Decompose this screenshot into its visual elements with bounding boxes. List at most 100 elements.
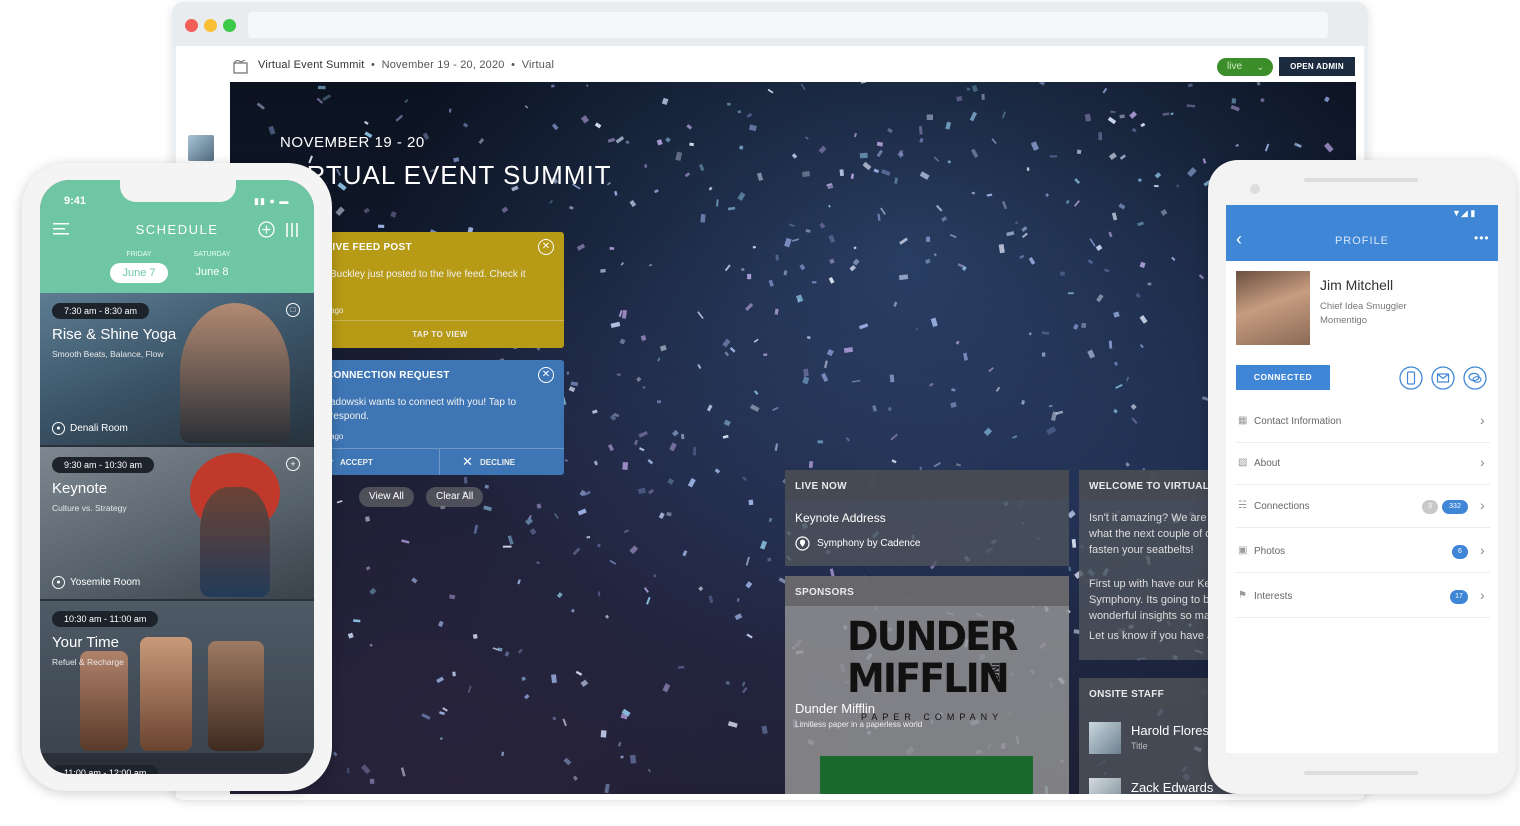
confetti-piece	[682, 550, 688, 557]
confetti-piece	[1012, 435, 1018, 439]
live-status-dropdown[interactable]: live ⌄	[1217, 58, 1273, 76]
add-icon[interactable]: +	[286, 457, 300, 471]
live-feed-notification[interactable]: LIVE FEED POST ✕ Buckley just posted to …	[316, 232, 564, 348]
event-hero: NOVEMBER 19 - 20 VIRTUAL EVENT SUMMIT LI…	[230, 82, 1356, 794]
notification-title: CONNECTION REQUEST	[326, 370, 450, 381]
interests-icon: ⚑	[1238, 590, 1247, 601]
tap-to-view-button[interactable]: TAP TO VIEW	[316, 320, 564, 348]
confetti-piece	[876, 149, 883, 158]
confetti-piece	[622, 461, 629, 470]
close-icon: ✕	[462, 454, 473, 469]
open-admin-button[interactable]: OPEN ADMIN	[1279, 57, 1355, 76]
accept-button[interactable]: ✓ ACCEPT	[316, 448, 440, 475]
confetti-piece	[550, 84, 555, 88]
session-photo	[180, 303, 290, 443]
sponsors-card[interactable]: SPONSORS DUNDER MIFFLIN INC PAPER COMPAN…	[785, 576, 1069, 794]
confetti-piece	[684, 172, 691, 178]
confetti-piece	[1074, 200, 1080, 207]
confetti-piece	[1030, 141, 1040, 151]
confetti-piece	[1118, 203, 1126, 210]
confetti-piece	[941, 216, 948, 222]
live-now-card[interactable]: LIVE NOW Keynote Address Symphony by Cad…	[785, 470, 1069, 566]
day-tab[interactable]: June 8	[182, 266, 242, 278]
maximize-window-dot[interactable]	[223, 19, 236, 32]
confetti-piece	[369, 643, 373, 647]
chat-icon[interactable]	[1463, 366, 1487, 390]
confetti-piece	[507, 535, 514, 545]
confetti-piece	[774, 308, 779, 315]
confetti-piece	[812, 281, 817, 284]
session-card[interactable]: 10:30 am - 11:00 am Your Time Refuel & R…	[40, 601, 314, 753]
confetti-piece	[607, 137, 616, 143]
confetti-piece	[580, 115, 590, 124]
connections-count-badge: 332	[1442, 500, 1468, 514]
session-room: Denali Room	[70, 423, 128, 434]
session-card[interactable]: 9:30 am - 10:30 am + Keynote Culture vs.…	[40, 447, 314, 599]
confetti-piece	[924, 258, 931, 264]
confetti-piece	[1119, 114, 1125, 119]
confetti-piece	[594, 122, 602, 129]
event-type: Virtual	[521, 59, 555, 71]
confetti-piece	[556, 592, 563, 599]
address-bar[interactable]	[248, 12, 1328, 38]
confetti-piece	[828, 234, 836, 244]
profile-row-contact[interactable]: ▦ Contact Information ›	[1236, 401, 1490, 443]
confetti-piece	[749, 404, 760, 412]
clear-all-button[interactable]: Clear All	[426, 487, 484, 507]
view-all-button[interactable]: View All	[359, 487, 414, 507]
confetti-piece	[1045, 192, 1050, 198]
session-subtitle: Smooth Beats, Balance, Flow	[52, 349, 164, 359]
filter-icon[interactable]	[284, 222, 300, 238]
confetti-piece	[722, 338, 731, 348]
phone-icon[interactable]	[1399, 366, 1423, 390]
decline-button[interactable]: ✕ DECLINE	[440, 448, 564, 475]
confetti-piece	[1050, 411, 1058, 422]
confetti-piece	[1041, 331, 1049, 335]
event-dates: November 19 - 20, 2020	[381, 59, 505, 71]
user-avatar[interactable]	[188, 135, 214, 161]
confetti-piece	[1108, 152, 1117, 161]
profile-row-about[interactable]: ▧ About ›	[1236, 443, 1490, 485]
confetti-piece	[1115, 384, 1123, 389]
confetti-piece	[521, 676, 526, 682]
confetti-piece	[605, 614, 610, 619]
connected-button[interactable]: CONNECTED	[1236, 365, 1330, 390]
sponsor-banner-image	[820, 756, 1033, 794]
confetti-piece	[596, 543, 601, 548]
confetti-piece	[918, 125, 923, 135]
close-window-dot[interactable]	[185, 19, 198, 32]
more-options-icon[interactable]: •••	[1474, 231, 1490, 245]
location-pin-icon	[795, 536, 810, 551]
add-icon[interactable]	[258, 221, 275, 238]
confetti-piece	[552, 716, 557, 721]
confetti-piece	[899, 237, 908, 245]
confetti-piece	[620, 262, 624, 266]
close-icon[interactable]: ✕	[538, 239, 554, 255]
confetti-piece	[1293, 142, 1302, 149]
confetti-piece	[1026, 167, 1030, 171]
logo-line1: DUNDER	[847, 614, 1018, 660]
confetti-piece	[828, 204, 831, 208]
confetti-piece	[819, 222, 826, 229]
close-icon[interactable]: ✕	[538, 367, 554, 383]
profile-row-photos[interactable]: ▣ Photos 6 ›	[1236, 531, 1490, 573]
confetti-piece	[672, 429, 679, 437]
confetti-piece	[568, 386, 576, 393]
confetti-piece	[898, 274, 909, 281]
confetti-piece	[1140, 122, 1146, 128]
confetti-piece	[1068, 292, 1074, 295]
email-icon[interactable]	[1431, 366, 1455, 390]
profile-header: ▼◢ ▮ ‹ PROFILE •••	[1226, 205, 1498, 261]
confetti-piece	[1198, 274, 1205, 280]
session-card[interactable]: 7:30 am - 8:30 am □ Rise & Shine Yoga Sm…	[40, 293, 314, 445]
confetti-piece	[638, 430, 648, 438]
minimize-window-dot[interactable]	[204, 19, 217, 32]
day-tab-selected[interactable]: June 7	[110, 263, 168, 283]
row-label: Photos	[1254, 546, 1286, 557]
profile-row-interests[interactable]: ⚑ Interests 17 ›	[1236, 576, 1490, 618]
bookmark-icon[interactable]: □	[286, 303, 300, 317]
confetti-piece	[1048, 404, 1053, 408]
connection-request-notification[interactable]: CONNECTION REQUEST ✕ adowski wants to co…	[316, 360, 564, 475]
confetti-piece	[1068, 566, 1072, 572]
profile-row-connections[interactable]: ☵ Connections 3 332 ›	[1236, 486, 1490, 528]
